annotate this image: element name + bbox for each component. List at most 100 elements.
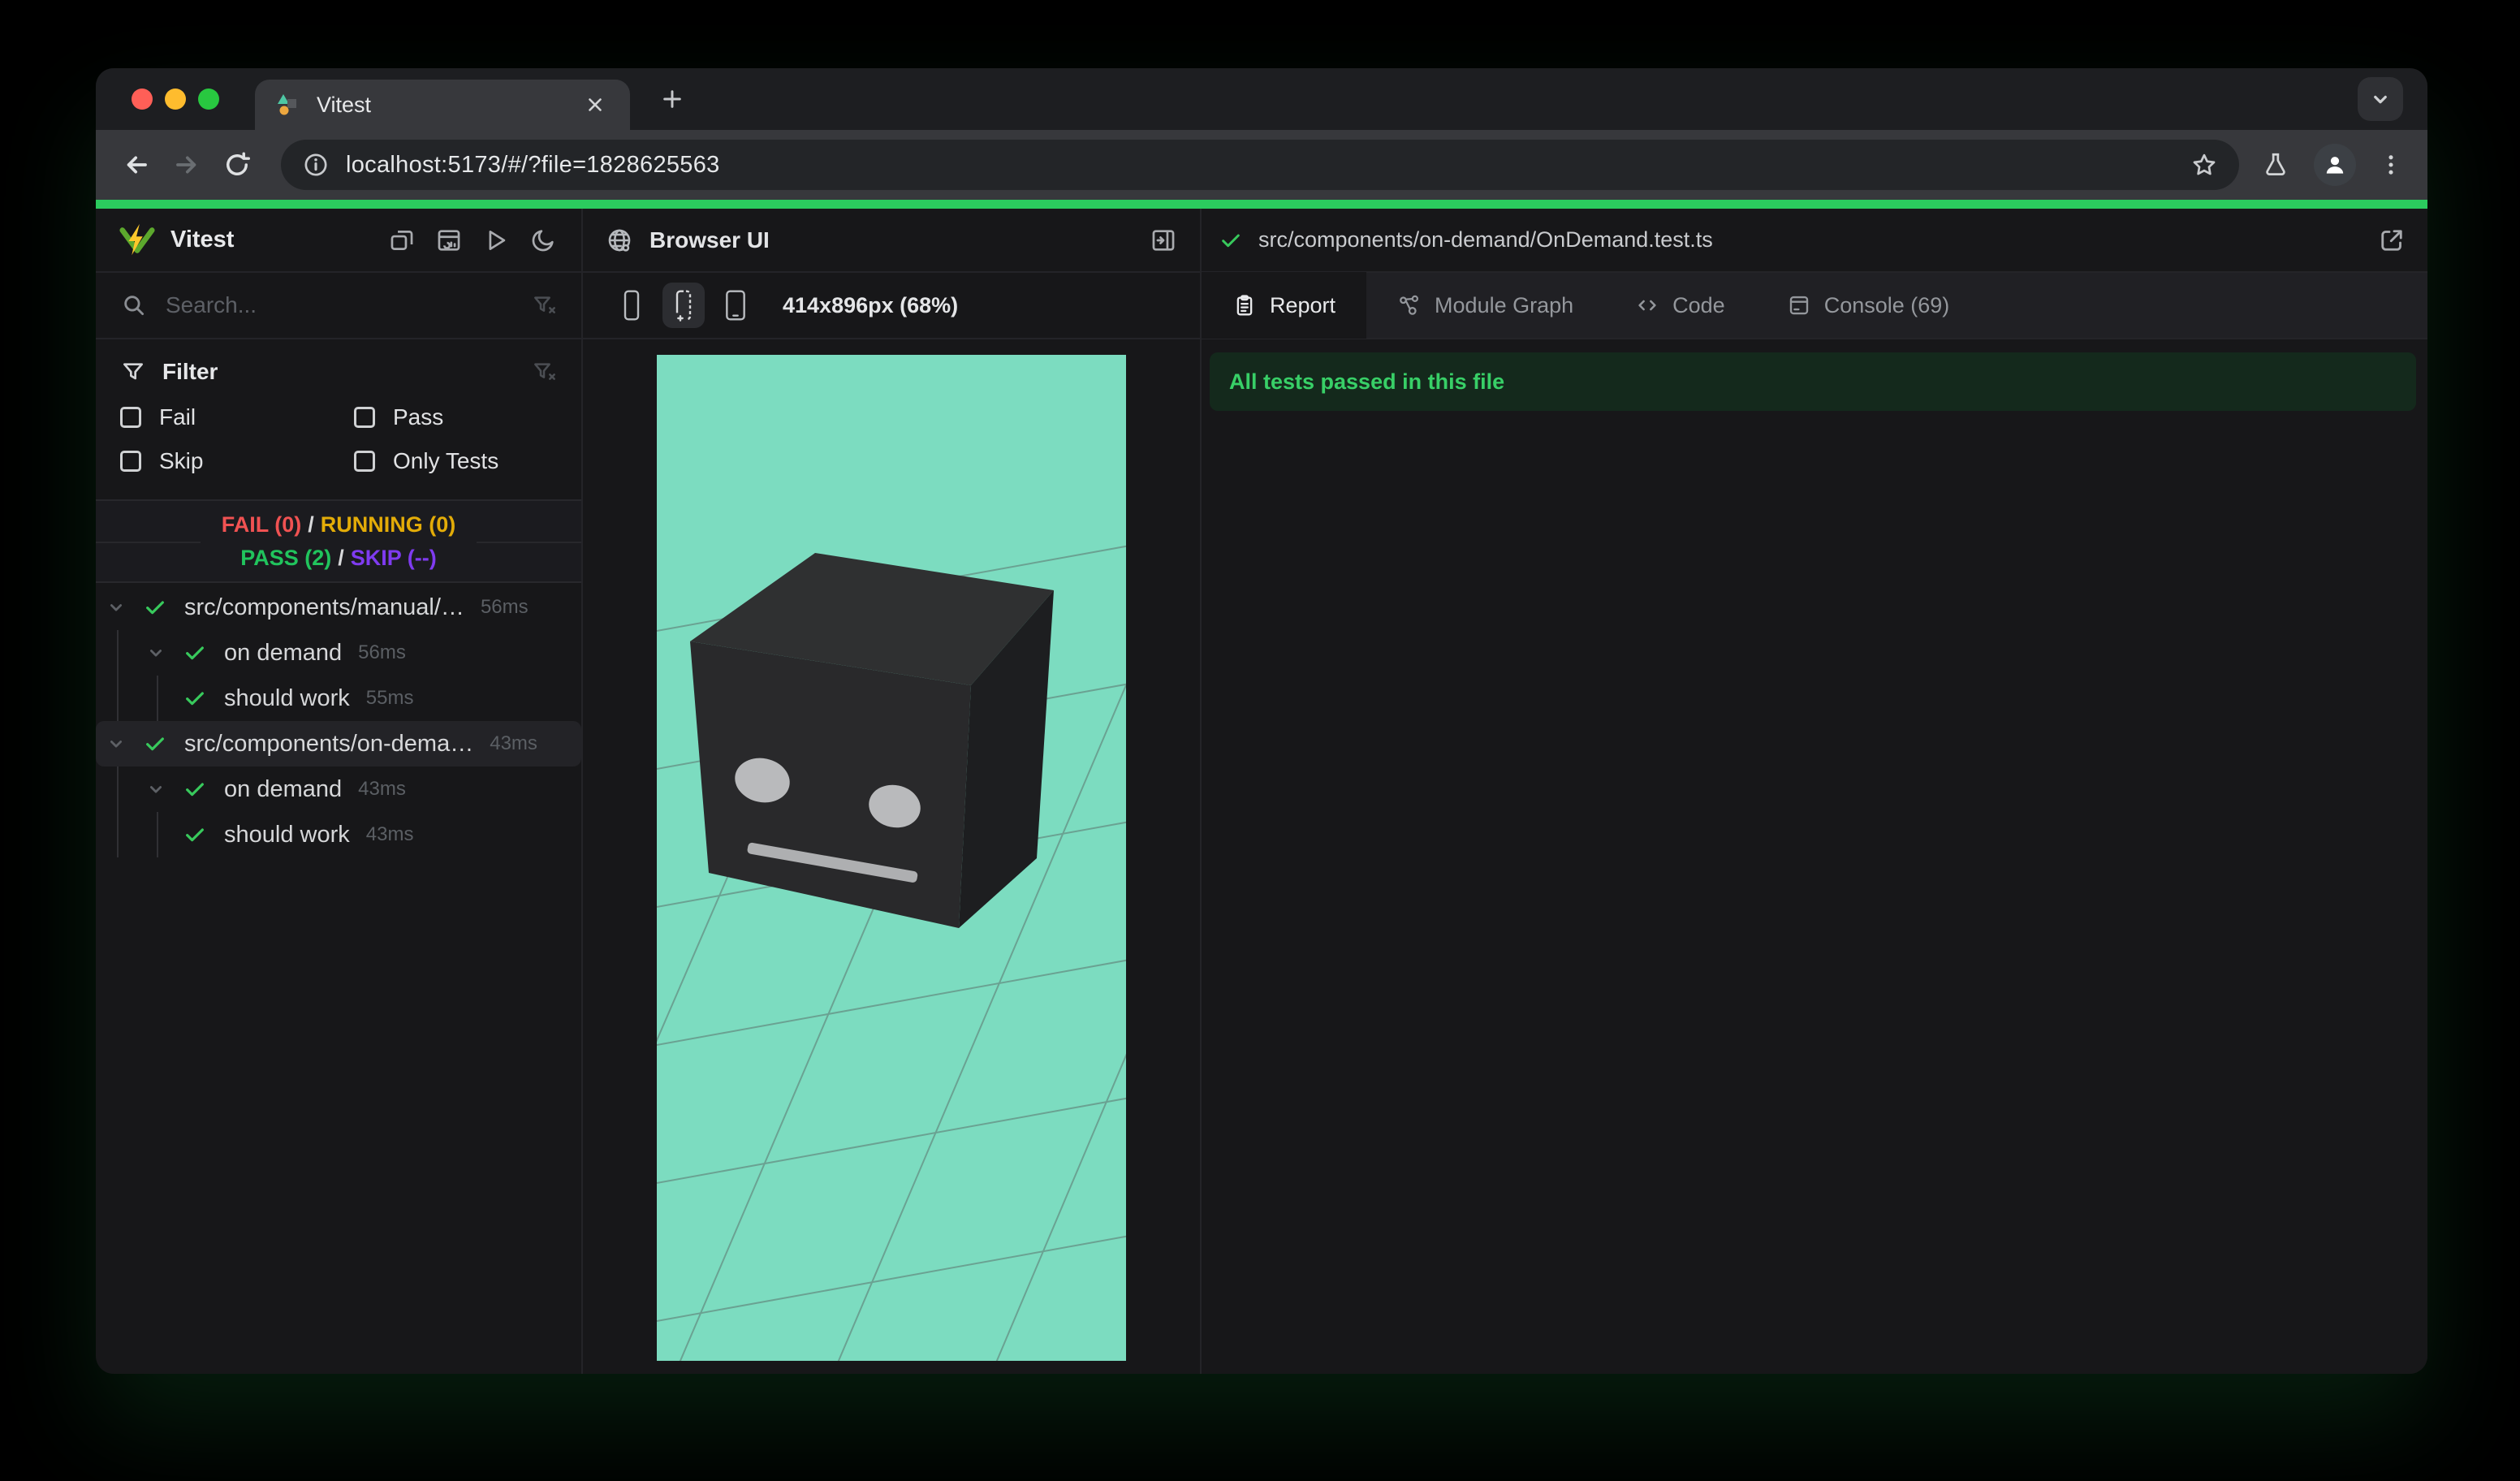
tab-code[interactable]: Code — [1604, 272, 1756, 339]
run-all-icon[interactable] — [481, 225, 511, 256]
test-duration: 56ms — [480, 596, 529, 618]
device-phone-small-button[interactable] — [611, 283, 653, 328]
tab-label: Report — [1270, 292, 1336, 317]
browser-ui-panel: Browser UI 414x896px (68%) — [583, 209, 1202, 1374]
report-tab-bar: Report Module Graph Code Console (69) — [1202, 272, 2427, 339]
check-icon — [139, 594, 171, 620]
all-tests-passed-banner: All tests passed in this file — [1210, 352, 2416, 411]
tab-close-icon[interactable] — [581, 91, 609, 119]
open-in-editor-icon[interactable] — [2377, 226, 2406, 255]
browser-tab[interactable]: Vitest — [255, 80, 630, 130]
clear-filters-icon[interactable] — [531, 359, 557, 385]
site-info-icon[interactable] — [302, 151, 330, 179]
checkbox-label: Pass — [393, 404, 444, 430]
window-controls — [132, 89, 219, 110]
minimize-window-button[interactable] — [165, 89, 186, 110]
test-tree: src/components/manual/… 56ms on demand 5… — [96, 583, 581, 1374]
test-suite-label: on demand — [224, 775, 343, 802]
url-text: localhost:5173/#/?file=1828625563 — [346, 151, 720, 178]
filter-checkbox-pass[interactable]: Pass — [354, 404, 557, 430]
banner-text: All tests passed in this file — [1229, 369, 1505, 394]
profile-avatar[interactable] — [2314, 144, 2356, 186]
checkbox[interactable] — [120, 451, 141, 472]
file-pass-check-icon — [1218, 227, 1244, 253]
test-case-label: should work — [224, 821, 350, 848]
filter-checkbox-only-tests[interactable]: Only Tests — [354, 448, 557, 474]
close-window-button[interactable] — [132, 89, 153, 110]
experiments-flask-icon[interactable] — [2262, 151, 2289, 179]
tree-row-test[interactable]: should work 43ms — [96, 812, 581, 857]
report-icon — [1232, 293, 1257, 317]
module-graph-icon — [1397, 293, 1422, 317]
tab-search-button[interactable] — [2358, 77, 2403, 121]
summary-line-2: PASS (2) / SKIP (--) — [240, 545, 437, 570]
zoom-window-button[interactable] — [198, 89, 219, 110]
test-progress-bar — [96, 200, 2427, 209]
test-file-label: src/components/manual/… — [184, 594, 464, 620]
check-icon — [179, 822, 211, 848]
report-panel: src/components/on-demand/OnDemand.test.t… — [1202, 209, 2427, 1374]
test-duration: 56ms — [358, 641, 406, 663]
tree-row-suite[interactable]: on demand 43ms — [96, 766, 581, 812]
new-tab-button[interactable] — [654, 81, 690, 117]
vitest-logo-icon — [119, 222, 156, 258]
tree-row-test[interactable]: should work 55ms — [96, 676, 581, 721]
chevron-down-icon[interactable] — [140, 777, 172, 801]
device-phone-custom-button[interactable] — [662, 283, 705, 328]
code-icon — [1635, 293, 1659, 317]
browser-tab-strip: Vitest — [96, 68, 2427, 130]
test-suite-label: on demand — [224, 639, 343, 666]
tree-row-suite[interactable]: on demand 56ms — [96, 630, 581, 676]
app-preview-viewport[interactable] — [657, 355, 1126, 1361]
url-bar[interactable]: localhost:5173/#/?file=1828625563 — [281, 140, 2239, 190]
chevron-down-icon[interactable] — [100, 595, 132, 620]
collapse-panels-icon[interactable] — [386, 225, 417, 256]
chevron-down-icon[interactable] — [100, 732, 132, 756]
console-icon — [1787, 293, 1811, 317]
device-toolbar: 414x896px (68%) — [583, 273, 1200, 339]
device-tablet-button[interactable] — [714, 283, 757, 328]
browser-window: Vitest localhost:5173/#/?file=1828625563… — [96, 68, 2427, 1374]
globe-icon — [606, 227, 633, 254]
file-header: src/components/on-demand/OnDemand.test.t… — [1202, 209, 2427, 273]
vitest-ui: Vitest Search... Filter Fail Pass Skip O… — [96, 209, 2427, 1374]
checkbox-label: Only Tests — [393, 448, 499, 473]
reload-button[interactable] — [219, 147, 255, 183]
sidebar-header: Vitest — [96, 209, 581, 273]
tree-row-file-selected[interactable]: src/components/on-dema… 43ms — [96, 721, 581, 766]
filter-section: Filter Fail Pass Skip Only Tests — [96, 339, 581, 499]
checkbox[interactable] — [354, 451, 375, 472]
funnel-icon — [120, 359, 146, 385]
tab-module-graph[interactable]: Module Graph — [1366, 272, 1604, 339]
summary-line-1: FAIL (0) / RUNNING (0) — [221, 512, 456, 537]
tab-report[interactable]: Report — [1202, 272, 1367, 339]
chevron-down-icon[interactable] — [140, 641, 172, 665]
app-title: Vitest — [170, 227, 235, 253]
fail-count: FAIL (0) — [221, 512, 302, 537]
bookmark-star-icon[interactable] — [2190, 151, 2218, 179]
running-count: RUNNING (0) — [320, 512, 456, 537]
filter-checkbox-skip[interactable]: Skip — [120, 448, 354, 474]
tab-label: Module Graph — [1435, 292, 1574, 317]
search-input[interactable] — [166, 292, 531, 318]
forward-button[interactable] — [169, 147, 205, 183]
skip-count: SKIP (--) — [350, 545, 437, 570]
checkbox[interactable] — [354, 407, 375, 428]
filter-checkbox-fail[interactable]: Fail — [120, 404, 354, 430]
robot-cube — [690, 553, 1054, 928]
test-duration: 55ms — [365, 687, 414, 709]
panel-collapse-icon[interactable] — [1150, 227, 1177, 254]
screenshot-stage: Vitest localhost:5173/#/?file=1828625563… — [0, 0, 2520, 1481]
dark-mode-moon-icon[interactable] — [528, 225, 559, 256]
checkbox-label: Skip — [159, 448, 204, 473]
dashboard-icon[interactable] — [434, 225, 464, 256]
tab-console[interactable]: Console (69) — [1756, 272, 1981, 339]
browser-menu-icon[interactable] — [2377, 151, 2405, 179]
checkbox[interactable] — [120, 407, 141, 428]
check-icon — [179, 640, 211, 666]
back-button[interactable] — [119, 147, 154, 183]
browser-toolbar: localhost:5173/#/?file=1828625563 — [96, 130, 2427, 200]
tab-label: Code — [1672, 292, 1725, 317]
clear-search-filter-icon[interactable] — [531, 292, 557, 318]
tree-row-file[interactable]: src/components/manual/… 56ms — [96, 585, 581, 630]
